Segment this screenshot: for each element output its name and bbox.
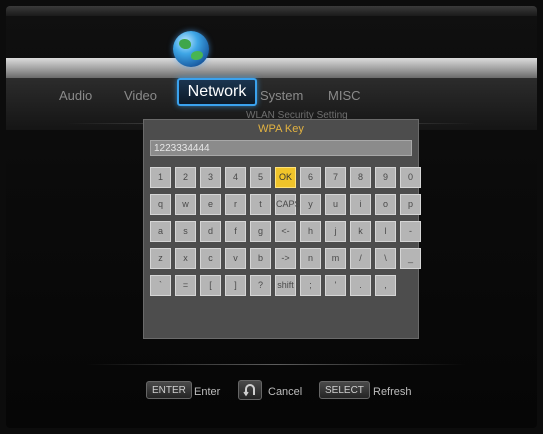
key-1-9[interactable]: o: [375, 194, 396, 215]
key-2-6[interactable]: h: [300, 221, 321, 242]
network-globe-icon: [173, 31, 209, 67]
key-4-9[interactable]: ,: [375, 275, 396, 296]
key-4-5[interactable]: shift: [275, 275, 296, 296]
key-1-5[interactable]: CAPS: [275, 194, 301, 215]
key-0-6[interactable]: 6: [300, 167, 321, 188]
key-1-8[interactable]: i: [350, 194, 371, 215]
key-3-9[interactable]: \: [375, 248, 396, 269]
globe-land: [179, 39, 191, 49]
key-2-2[interactable]: d: [200, 221, 221, 242]
key-2-7[interactable]: j: [325, 221, 346, 242]
key-1-7[interactable]: u: [325, 194, 346, 215]
footer-divider: [86, 364, 466, 365]
key-3-4[interactable]: b: [250, 248, 271, 269]
key-0-3[interactable]: 4: [225, 167, 246, 188]
key-3-10[interactable]: _: [400, 248, 421, 269]
key-4-7[interactable]: ': [325, 275, 346, 296]
key-3-7[interactable]: m: [325, 248, 346, 269]
key-1-6[interactable]: y: [300, 194, 321, 215]
key-2-5[interactable]: <-: [275, 221, 296, 242]
key-3-3[interactable]: v: [225, 248, 246, 269]
key-1-4[interactable]: t: [250, 194, 271, 215]
key-2-8[interactable]: k: [350, 221, 371, 242]
key-1-2[interactable]: e: [200, 194, 221, 215]
globe-land: [191, 51, 203, 60]
key-3-5[interactable]: ->: [275, 248, 296, 269]
key-4-1[interactable]: =: [175, 275, 196, 296]
tab-video[interactable]: Video: [124, 88, 157, 103]
key-2-3[interactable]: f: [225, 221, 246, 242]
wpa-key-dialog: WPA Key 1223334444 1 2 3 4 5 OK 6 7 8 9 0 q w e r t CAPS…: [143, 119, 421, 339]
key-0-2[interactable]: 3: [200, 167, 221, 188]
key-2-10[interactable]: -: [400, 221, 421, 242]
tab-audio[interactable]: Audio: [59, 88, 92, 103]
select-key-chip: SELECT: [319, 381, 370, 399]
key-2-4[interactable]: g: [250, 221, 271, 242]
key-0-0[interactable]: 1: [150, 167, 171, 188]
refresh-label: Refresh: [373, 386, 412, 398]
key-0-4[interactable]: 5: [250, 167, 271, 188]
key-2-0[interactable]: a: [150, 221, 171, 242]
key-4-3[interactable]: ]: [225, 275, 246, 296]
menu-band: [6, 58, 537, 78]
key-0-1[interactable]: 2: [175, 167, 196, 188]
tab-network[interactable]: Network: [177, 78, 257, 106]
key-3-8[interactable]: /: [350, 248, 371, 269]
top-bar: [6, 6, 537, 16]
key-0-7[interactable]: 7: [325, 167, 346, 188]
key-3-2[interactable]: c: [200, 248, 221, 269]
key-4-0[interactable]: `: [150, 275, 171, 296]
tab-misc[interactable]: MISC: [328, 88, 361, 103]
key-0-8[interactable]: 8: [350, 167, 371, 188]
key-0-9[interactable]: 9: [375, 167, 396, 188]
dialog-title: WPA Key: [258, 123, 304, 135]
key-0-5[interactable]: OK: [275, 167, 296, 188]
key-2-9[interactable]: l: [375, 221, 396, 242]
key-3-6[interactable]: n: [300, 248, 321, 269]
key-4-8[interactable]: .: [350, 275, 371, 296]
key-3-1[interactable]: x: [175, 248, 196, 269]
key-1-1[interactable]: w: [175, 194, 196, 215]
key-4-4[interactable]: ?: [250, 275, 271, 296]
enter-key-chip: ENTER: [146, 381, 192, 399]
key-1-10[interactable]: p: [400, 194, 421, 215]
key-1-3[interactable]: r: [225, 194, 246, 215]
screen: Audio Video Network System MISC WLAN Sec…: [6, 6, 537, 428]
key-4-2[interactable]: [: [200, 275, 221, 296]
key-1-0[interactable]: q: [150, 194, 171, 215]
on-screen-keyboard: 1 2 3 4 5 OK 6 7 8 9 0 q w e r t CAPS y u i o p a s d f g <- h j k l - z x…: [150, 167, 421, 296]
tab-system[interactable]: System: [260, 88, 303, 103]
return-icon: [238, 380, 262, 400]
enter-label: Enter: [194, 386, 221, 398]
key-3-0[interactable]: z: [150, 248, 171, 269]
key-2-1[interactable]: s: [175, 221, 196, 242]
key-4-6[interactable]: ;: [300, 275, 321, 296]
cancel-label: Cancel: [268, 386, 303, 398]
wpa-key-input[interactable]: 1223334444: [150, 140, 412, 156]
key-0-10[interactable]: 0: [400, 167, 421, 188]
